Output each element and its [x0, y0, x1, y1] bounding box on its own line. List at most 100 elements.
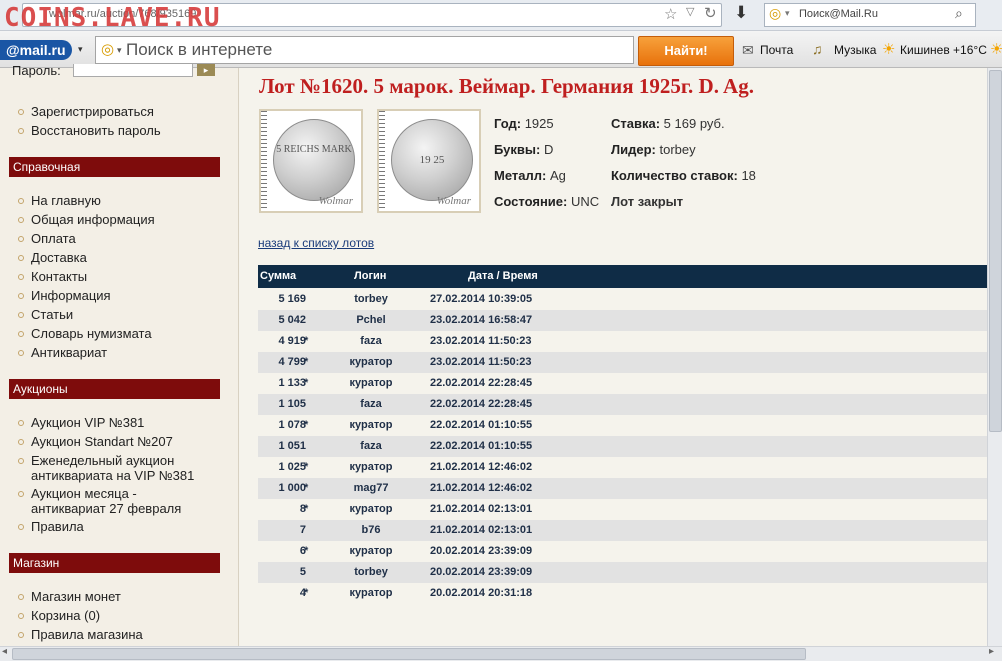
chevron-down-icon[interactable]: ▾	[117, 45, 122, 56]
cell-datetime: 21.02.2014 02:13:01	[430, 524, 533, 536]
back-to-lots-link[interactable]: назад к списку лотов	[258, 236, 374, 250]
bullet-icon	[18, 108, 24, 115]
search-placeholder: Поиск в интернете	[126, 40, 273, 59]
ruler-scale	[379, 111, 385, 211]
sidebar-item-coin-shop[interactable]: Магазин монет	[18, 589, 121, 604]
coin-obverse-image[interactable]: 5 REICHS MARK Wolmar	[259, 109, 363, 213]
table-row: 1 000 * mag77 21.02.2014 12:46:02	[258, 478, 998, 499]
sidebar-item-information[interactable]: Информация	[18, 288, 111, 303]
find-button[interactable]: Найти!	[638, 36, 734, 66]
page-title: Лот №1620. 5 марок. Веймар. Германия 192…	[259, 74, 754, 98]
cell-datetime: 27.02.2014 10:39:05	[430, 293, 533, 305]
table-row: 5 torbey 20.02.2014 23:39:09	[258, 562, 998, 583]
bullet-icon	[18, 349, 24, 356]
cell-datetime: 22.02.2014 01:10:55	[430, 440, 533, 452]
toolbar-link-weather[interactable]: Кишинев +16°C	[900, 43, 987, 57]
sidebar-item-home[interactable]: На главную	[18, 193, 101, 208]
bullet-icon	[18, 197, 24, 204]
bullet-icon	[18, 490, 24, 497]
cell-star: *	[304, 335, 309, 347]
cell-sum: 7	[299, 524, 306, 536]
scroll-left-arrow-icon[interactable]: ◂	[2, 646, 7, 657]
sidebar-item-weekly-antiques[interactable]: Еженедельный аукцион антиквариата на VIP…	[18, 453, 211, 483]
sidebar-item-delivery[interactable]: Доставка	[18, 250, 87, 265]
toolbar-link-mail[interactable]: Почта	[760, 43, 793, 57]
table-row: 4 799 * куратор 23.02.2014 11:50:23	[258, 352, 998, 373]
sidebar-item-restore-password[interactable]: Восстановить пароль	[18, 123, 161, 138]
cell-datetime: 23.02.2014 16:58:47	[430, 314, 533, 326]
sidebar-item-monthly-auction[interactable]: Аукцион месяца - антиквариат 27 февраля	[18, 486, 203, 516]
horizontal-scroll-thumb[interactable]	[12, 648, 806, 660]
toolbar-link-music[interactable]: Музыка	[834, 43, 876, 57]
download-icon[interactable]: ⬇	[734, 3, 748, 23]
sidebar-item-contacts[interactable]: Контакты	[18, 269, 87, 284]
table-row: 7 b76 21.02.2014 02:13:01	[258, 520, 998, 541]
sidebar-item-auction-vip[interactable]: Аукцион VIP №381	[18, 415, 144, 430]
cell-sum: 4 799	[278, 356, 306, 368]
sidebar-item-dictionary[interactable]: Словарь нумизмата	[18, 326, 152, 341]
chevron-down-icon[interactable]: ▾	[78, 44, 83, 55]
cell-sum: 1 133	[278, 377, 306, 389]
chevron-down-icon[interactable]: ▾	[785, 8, 790, 19]
login-submit-button[interactable]: ▸	[197, 64, 215, 76]
mail-envelope-icon: ✉	[742, 42, 754, 58]
bullet-icon	[18, 523, 24, 530]
search-input[interactable]: ◎ ▾ Поиск в интернете	[95, 36, 634, 64]
bullet-icon	[18, 273, 24, 280]
cell-star: *	[304, 356, 309, 368]
cell-sum: 1 000	[278, 482, 306, 494]
sidebar-item-rules[interactable]: Правила	[18, 519, 84, 534]
cell-star: *	[304, 503, 309, 515]
lot-bid: Ставка: 5 169 руб.	[611, 116, 725, 131]
sidebar-item-antiques[interactable]: Антиквариат	[18, 345, 107, 360]
search-icon[interactable]: ⌕	[955, 5, 963, 22]
bullet-icon	[18, 612, 24, 619]
table-row: 8 * куратор 21.02.2014 02:13:01	[299, 503, 533, 515]
cell-sum: 1 078	[278, 419, 306, 431]
mail-search-input[interactable]: ◎ ▾ Поиск@Mail.Ru ⌕	[764, 3, 976, 27]
column-header-login: Логин	[354, 270, 387, 282]
bullet-icon	[18, 457, 24, 464]
bullet-icon	[18, 292, 24, 299]
reload-icon[interactable]: ↻	[704, 4, 717, 22]
mail-logo-icon: ◎	[769, 5, 782, 21]
sidebar-item-register[interactable]: Зарегистрироваться	[18, 104, 154, 119]
star-bookmark-icon[interactable]: ☆	[664, 5, 677, 23]
table-row: 1 051 faza 22.02.2014 01:10:55	[258, 436, 998, 457]
table-row: 4 919 * faza 23.02.2014 11:50:23	[278, 335, 532, 347]
table-row: 1 078 * куратор 22.02.2014 01:10:55	[278, 419, 533, 431]
bullet-icon	[18, 127, 24, 134]
table-row: 4 * куратор 20.02.2014 20:31:18	[299, 587, 533, 599]
sidebar-item-articles[interactable]: Статьи	[18, 307, 73, 322]
coin-reverse: 19 25	[391, 119, 473, 201]
cell-sum: 4 919	[278, 335, 306, 347]
mail-search-placeholder: Поиск@Mail.Ru	[799, 8, 878, 20]
sidebar-item-general-info[interactable]: Общая информация	[18, 212, 155, 227]
bullet-icon	[18, 216, 24, 223]
cell-sum: 5	[299, 566, 306, 578]
cell-datetime: 21.02.2014 02:13:01	[430, 503, 533, 515]
sidebar-item-auction-standart[interactable]: Аукцион Standart №207	[18, 434, 173, 449]
cell-datetime: 21.02.2014 12:46:02	[430, 482, 533, 494]
sidebar-item-cart[interactable]: Корзина (0)	[18, 608, 100, 623]
mailru-logo[interactable]: @mail.ru	[0, 40, 72, 60]
vertical-scroll-thumb[interactable]	[989, 70, 1002, 432]
extension-icon[interactable]: ☀	[990, 40, 1002, 58]
bullet-icon	[18, 438, 24, 445]
scroll-right-arrow-icon[interactable]: ▸	[989, 646, 994, 657]
section-header-reference: Справочная	[9, 157, 220, 177]
dropdown-arrow-icon[interactable]: ▽	[686, 5, 694, 18]
bullet-icon	[18, 593, 24, 600]
coin-reverse-image[interactable]: 19 25 Wolmar	[377, 109, 481, 213]
ruler-scale	[261, 111, 267, 211]
sidebar-item-payment[interactable]: Оплата	[18, 231, 76, 246]
cell-datetime: 21.02.2014 12:46:02	[430, 461, 533, 473]
password-field[interactable]	[73, 64, 193, 77]
cell-datetime: 22.02.2014 01:10:55	[430, 419, 533, 431]
sidebar-item-shop-rules[interactable]: Правила магазина	[18, 627, 143, 642]
table-row: 1 025 * куратор 21.02.2014 12:46:02	[278, 461, 533, 473]
cell-sum: 5 042	[278, 314, 306, 326]
coin-denomination-text: 5 REICHS MARK	[276, 144, 352, 155]
section-header-shop: Магазин	[9, 553, 220, 573]
coin-obverse: 5 REICHS MARK	[273, 119, 355, 201]
